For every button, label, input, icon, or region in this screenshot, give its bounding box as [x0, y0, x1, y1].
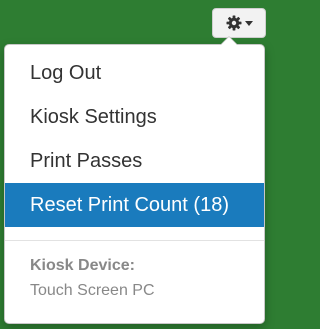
caret-down-icon [244, 20, 253, 26]
menu-item-log-out[interactable]: Log Out [5, 51, 264, 95]
menu-item-kiosk-settings[interactable]: Kiosk Settings [5, 95, 264, 139]
menu-item-label: Kiosk Settings [30, 105, 157, 128]
menu-item-label: Print Passes [30, 149, 143, 172]
gear-icon [226, 15, 242, 31]
menu-divider [5, 240, 264, 241]
menu-item-print-passes[interactable]: Print Passes [5, 139, 264, 183]
menu-item-reset-print-count[interactable]: Reset Print Count (18) [5, 183, 264, 227]
menu-item-label: Log Out [30, 61, 102, 84]
settings-dropdown-button[interactable] [212, 8, 266, 38]
menu-caret-fill [221, 37, 237, 45]
kiosk-device-value: Touch Screen PC [30, 282, 155, 299]
settings-dropdown-menu: Log Out Kiosk Settings Print Passes Rese… [4, 36, 265, 324]
menu-item-label: Reset Print Count (18) [30, 193, 229, 216]
kiosk-device-label: Kiosk Device: [30, 257, 135, 274]
